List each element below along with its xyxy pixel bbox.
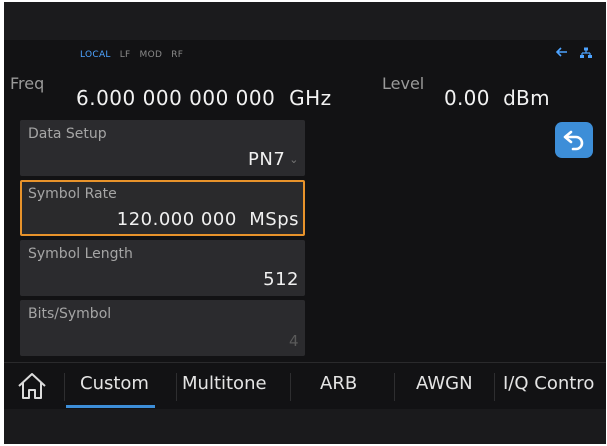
tab-multitone[interactable]: Multitone <box>182 373 267 394</box>
back-icon <box>563 130 584 151</box>
status-lf: LF <box>119 50 131 60</box>
symbol-length-label: Symbol Length <box>28 246 133 262</box>
home-icon <box>18 373 46 399</box>
symbol-length-value: 512 <box>263 269 299 290</box>
freq-value[interactable]: 6.000 000 000 000 GHz <box>76 86 332 110</box>
home-button[interactable] <box>16 371 48 405</box>
freq-unit: GHz <box>289 86 332 110</box>
symbol-rate-number: 120.000 000 <box>116 209 237 230</box>
data-setup-label: Data Setup <box>28 126 107 142</box>
status-rf: RF <box>171 50 184 60</box>
symbol-rate-field[interactable]: Symbol Rate 120.000 000 MSps <box>20 180 305 236</box>
nav-separator <box>394 373 395 401</box>
level-value[interactable]: 0.00 dBm <box>444 86 550 110</box>
nav-separator <box>494 373 495 401</box>
top-bar <box>4 2 606 40</box>
data-setup-value-text: PN7 <box>248 149 286 170</box>
data-setup-field[interactable]: Data Setup PN7 ⌄ <box>20 120 305 176</box>
nav-separator <box>64 373 65 401</box>
bottom-strip <box>4 409 606 444</box>
symbol-rate-label: Symbol Rate <box>28 186 117 202</box>
bottom-nav: Custom Multitone ARB AWGN I/Q Contro <box>4 362 606 408</box>
level-label: Level <box>382 74 425 93</box>
symbol-length-field[interactable]: Symbol Length 512 <box>20 240 305 296</box>
nav-separator <box>176 373 177 401</box>
status-icons <box>556 47 592 59</box>
tab-custom[interactable]: Custom <box>66 373 155 408</box>
chevron-down-icon: ⌄ <box>289 153 299 166</box>
nav-separator <box>290 373 291 401</box>
status-local: LOCAL <box>80 50 111 60</box>
tab-arb[interactable]: ARB <box>320 373 357 394</box>
symbol-rate-value: 120.000 000 MSps <box>117 209 299 230</box>
back-button[interactable] <box>555 122 593 158</box>
symbol-rate-unit: MSps <box>249 209 299 230</box>
tab-awgn[interactable]: AWGN <box>416 373 473 394</box>
freq-label: Freq <box>10 74 45 93</box>
instrument-screen: LOCAL LF MOD RF Freq 6.000 000 000 000 G… <box>4 2 606 444</box>
bits-per-symbol-value: 4 <box>288 332 299 350</box>
data-setup-value: PN7 ⌄ <box>248 149 299 170</box>
status-indicators: LOCAL LF MOD RF <box>80 50 183 60</box>
level-unit: dBm <box>503 86 550 110</box>
status-mod: MOD <box>139 50 163 60</box>
network-icon <box>580 47 592 59</box>
level-number: 0.00 <box>444 86 490 110</box>
bits-per-symbol-label: Bits/Symbol <box>28 306 112 322</box>
freq-number: 6.000 000 000 000 <box>76 86 276 110</box>
tab-iq-control[interactable]: I/Q Contro <box>503 373 594 394</box>
arrow-left-icon <box>556 47 568 59</box>
bits-per-symbol-field: Bits/Symbol 4 <box>20 300 305 356</box>
